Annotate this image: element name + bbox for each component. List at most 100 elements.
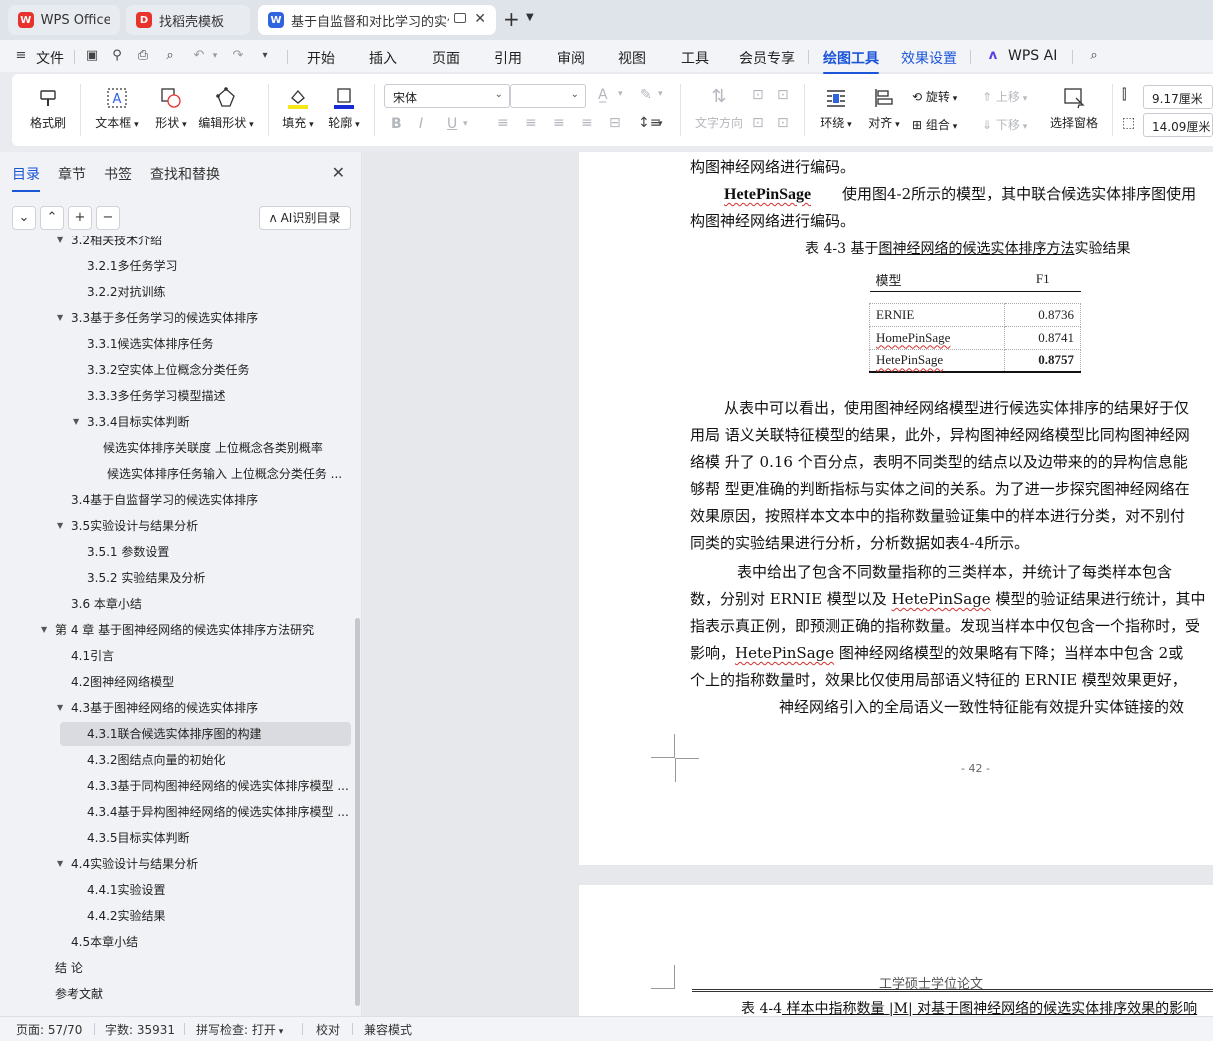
expand-arrow-icon[interactable]: ▼ <box>57 306 63 330</box>
add-tab-icon[interactable]: + <box>503 8 520 30</box>
toc-item[interactable]: 参考文献 <box>55 982 350 1006</box>
menu-drawing-tools[interactable]: 绘图工具 <box>823 48 879 74</box>
text-fit-icon[interactable]: ⊡ <box>752 115 764 131</box>
toc-item[interactable]: 3.5实验设计与结果分析 <box>71 514 350 538</box>
nav-tab-find-replace[interactable]: 查找和替换 <box>150 164 220 184</box>
ai-toc-button[interactable]: ᴧ AI识别目录 <box>259 206 351 230</box>
toc-item[interactable]: 3.6 本章小结 <box>71 592 350 616</box>
expand-arrow-icon[interactable]: ▼ <box>57 514 63 538</box>
chevron-down-icon[interactable]: ▼ <box>526 12 534 23</box>
font-size-select[interactable]: ⌄ <box>510 84 586 108</box>
nav-tab-toc[interactable]: 目录 <box>12 164 40 192</box>
print-icon[interactable]: ⎙ <box>136 49 150 63</box>
shape-height-input[interactable]: 9.17厘米 <box>1143 85 1213 109</box>
menu-member[interactable]: 会员专享 <box>739 48 795 68</box>
bold-icon[interactable]: B <box>391 116 402 132</box>
shape-width-input[interactable]: 14.09厘米 <box>1143 113 1213 137</box>
shape-button[interactable]: 形状 ▾ <box>148 86 194 131</box>
underline-icon[interactable]: U <box>447 116 457 132</box>
document-page-next[interactable]: 工学硕士学位论文 表 4-4 样本中指称数量 |M| 对基于图神经网络的候选实体… <box>579 885 1213 1016</box>
hamburger-menu-icon[interactable]: ≡ <box>14 49 28 63</box>
nav-tab-chapter[interactable]: 章节 <box>58 164 86 184</box>
italic-icon[interactable]: I <box>419 116 423 132</box>
text-margin-icon[interactable]: ⊡ <box>777 87 789 103</box>
toc-item[interactable]: 第 4 章 基于图神经网络的候选实体排序方法研究 <box>55 618 350 642</box>
align-center-icon[interactable]: ≡ <box>525 115 537 131</box>
font-name-select[interactable]: 宋体 ⌄ <box>384 84 510 108</box>
toc-item[interactable]: 3.5.1 参数设置 <box>87 540 350 564</box>
toc-item[interactable]: 3.3.4目标实体判断 <box>87 410 350 434</box>
toc-item[interactable]: 4.4.1实验设置 <box>87 878 350 902</box>
toc-item[interactable]: 4.3.5目标实体判断 <box>87 826 350 850</box>
expand-arrow-icon[interactable]: ▼ <box>57 696 63 720</box>
expand-arrow-icon[interactable]: ▼ <box>73 410 79 434</box>
toc-item[interactable]: 3.5.2 实验结果及分析 <box>87 566 350 590</box>
send-backward-button[interactable]: ⇓ 下移 ▾ <box>982 116 1027 133</box>
undo-icon[interactable]: ↶ <box>192 49 206 63</box>
distributed-icon[interactable]: ⊟ <box>609 115 621 131</box>
textbox-button[interactable]: A 文本框 ▾ <box>91 86 143 131</box>
spell-check-toggle[interactable]: 拼写检查: 打开 ▾ <box>196 1021 283 1038</box>
text-wrap-box-icon[interactable]: ⊡ <box>777 115 789 131</box>
more-chevron-icon[interactable]: ▾ <box>258 49 272 63</box>
menu-insert[interactable]: 插入 <box>369 48 397 68</box>
menu-effect-settings[interactable]: 效果设置 <box>901 48 957 68</box>
wrap-button[interactable]: 环绕 ▾ <box>816 86 856 131</box>
toc-item[interactable]: 4.3.3基于同构图神经网络的候选实体排序模型 ... <box>87 774 350 798</box>
toc-item[interactable]: 4.4实验设计与结果分析 <box>71 852 350 876</box>
expand-arrow-icon[interactable]: ▼ <box>41 618 47 642</box>
highlight-icon[interactable]: ✎ <box>640 87 652 103</box>
group-button[interactable]: ⊞ 组合 ▾ <box>912 116 957 133</box>
toc-item[interactable]: 3.3.2空实体上位概念分类任务 <box>87 358 350 382</box>
fill-button[interactable]: 填充 ▾ <box>278 86 318 131</box>
document-page[interactable]: 构图神经网络进行编码。 HetePinSage 使用图4-2所示的模型，其中联合… <box>579 152 1213 865</box>
toc-item[interactable]: 3.3.3多任务学习模型描述 <box>87 384 350 408</box>
font-color-icon[interactable]: A̲ <box>598 87 608 103</box>
toc-item[interactable]: 结 论 <box>55 956 350 980</box>
toc-item[interactable]: 3.2.1多任务学习 <box>87 254 350 278</box>
tab-document[interactable]: W 基于自监督和对比学习的实体 ✕ <box>258 5 496 35</box>
word-count[interactable]: 字数: 35931 <box>105 1021 175 1038</box>
toc-item[interactable]: 4.4.2实验结果 <box>87 904 350 928</box>
nav-scrollbar[interactable] <box>355 618 360 1006</box>
menu-reference[interactable]: 引用 <box>494 48 522 68</box>
print-preview-icon[interactable]: ⌕ <box>163 49 177 63</box>
close-tab-icon[interactable]: ✕ <box>474 11 486 27</box>
toc-item[interactable]: 4.3基于图神经网络的候选实体排序 <box>71 696 350 720</box>
menu-view[interactable]: 视图 <box>618 48 646 68</box>
toc-item[interactable]: 3.3基于多任务学习的候选实体排序 <box>71 306 350 330</box>
expand-up-button[interactable]: ⌃ <box>40 206 64 230</box>
tab-template[interactable]: D 找稻壳模板 <box>126 5 250 35</box>
page-indicator[interactable]: 页面: 57/70 <box>16 1021 82 1038</box>
add-heading-button[interactable]: + <box>68 206 92 230</box>
chevron-down-icon[interactable]: ▾ <box>658 89 663 99</box>
search-icon[interactable]: ⌕ <box>1087 49 1101 63</box>
toc-item[interactable]: 4.3.1联合候选实体排序图的构建 <box>60 722 351 746</box>
monitor-icon[interactable] <box>454 13 466 23</box>
chevron-down-icon[interactable]: ▾ <box>618 89 623 99</box>
edit-shape-button[interactable]: 编辑形状 ▾ <box>196 86 256 131</box>
undo-dropdown-icon[interactable]: ▾ <box>208 49 222 63</box>
menu-review[interactable]: 审阅 <box>557 48 585 68</box>
align-button[interactable]: 对齐 ▾ <box>864 86 904 131</box>
toc-item[interactable]: 候选实体排序关联度 上位概念各类别概率 <box>103 436 350 460</box>
collapse-all-button[interactable]: ⌄ <box>12 206 36 230</box>
chevron-down-icon[interactable]: ▾ <box>658 119 663 129</box>
menu-file[interactable]: 文件 <box>36 48 64 68</box>
toc-item[interactable]: 4.3.2图结点向量的初始化 <box>87 748 350 772</box>
align-right-icon[interactable]: ≡ <box>553 115 565 131</box>
toc-item[interactable]: 3.2.2对抗训练 <box>87 280 350 304</box>
rotate-button[interactable]: ⟲ 旋转 ▾ <box>912 88 957 105</box>
toc-item[interactable]: 候选实体排序任务输入 上位概念分类任务 ... <box>107 462 350 486</box>
menu-wps-ai[interactable]: WPS AI <box>1008 48 1057 64</box>
align-left-icon[interactable]: ≡ <box>497 115 509 131</box>
bring-forward-button[interactable]: ⇑ 上移 ▾ <box>982 88 1027 105</box>
text-direction-button[interactable]: ⇅ 文字方向 <box>692 86 746 131</box>
format-painter-button[interactable]: 格式刷 <box>29 86 67 131</box>
close-icon[interactable]: ✕ <box>332 163 345 182</box>
toc-item[interactable]: 3.4基于自监督学习的候选实体排序 <box>71 488 350 512</box>
toc-item[interactable]: 4.3.4基于异构图神经网络的候选实体排序模型 ... <box>87 800 350 824</box>
toc-item[interactable]: 4.1引言 <box>71 644 350 668</box>
toc-item[interactable]: 3.3.1候选实体排序任务 <box>87 332 350 356</box>
remove-heading-button[interactable]: − <box>96 206 120 230</box>
